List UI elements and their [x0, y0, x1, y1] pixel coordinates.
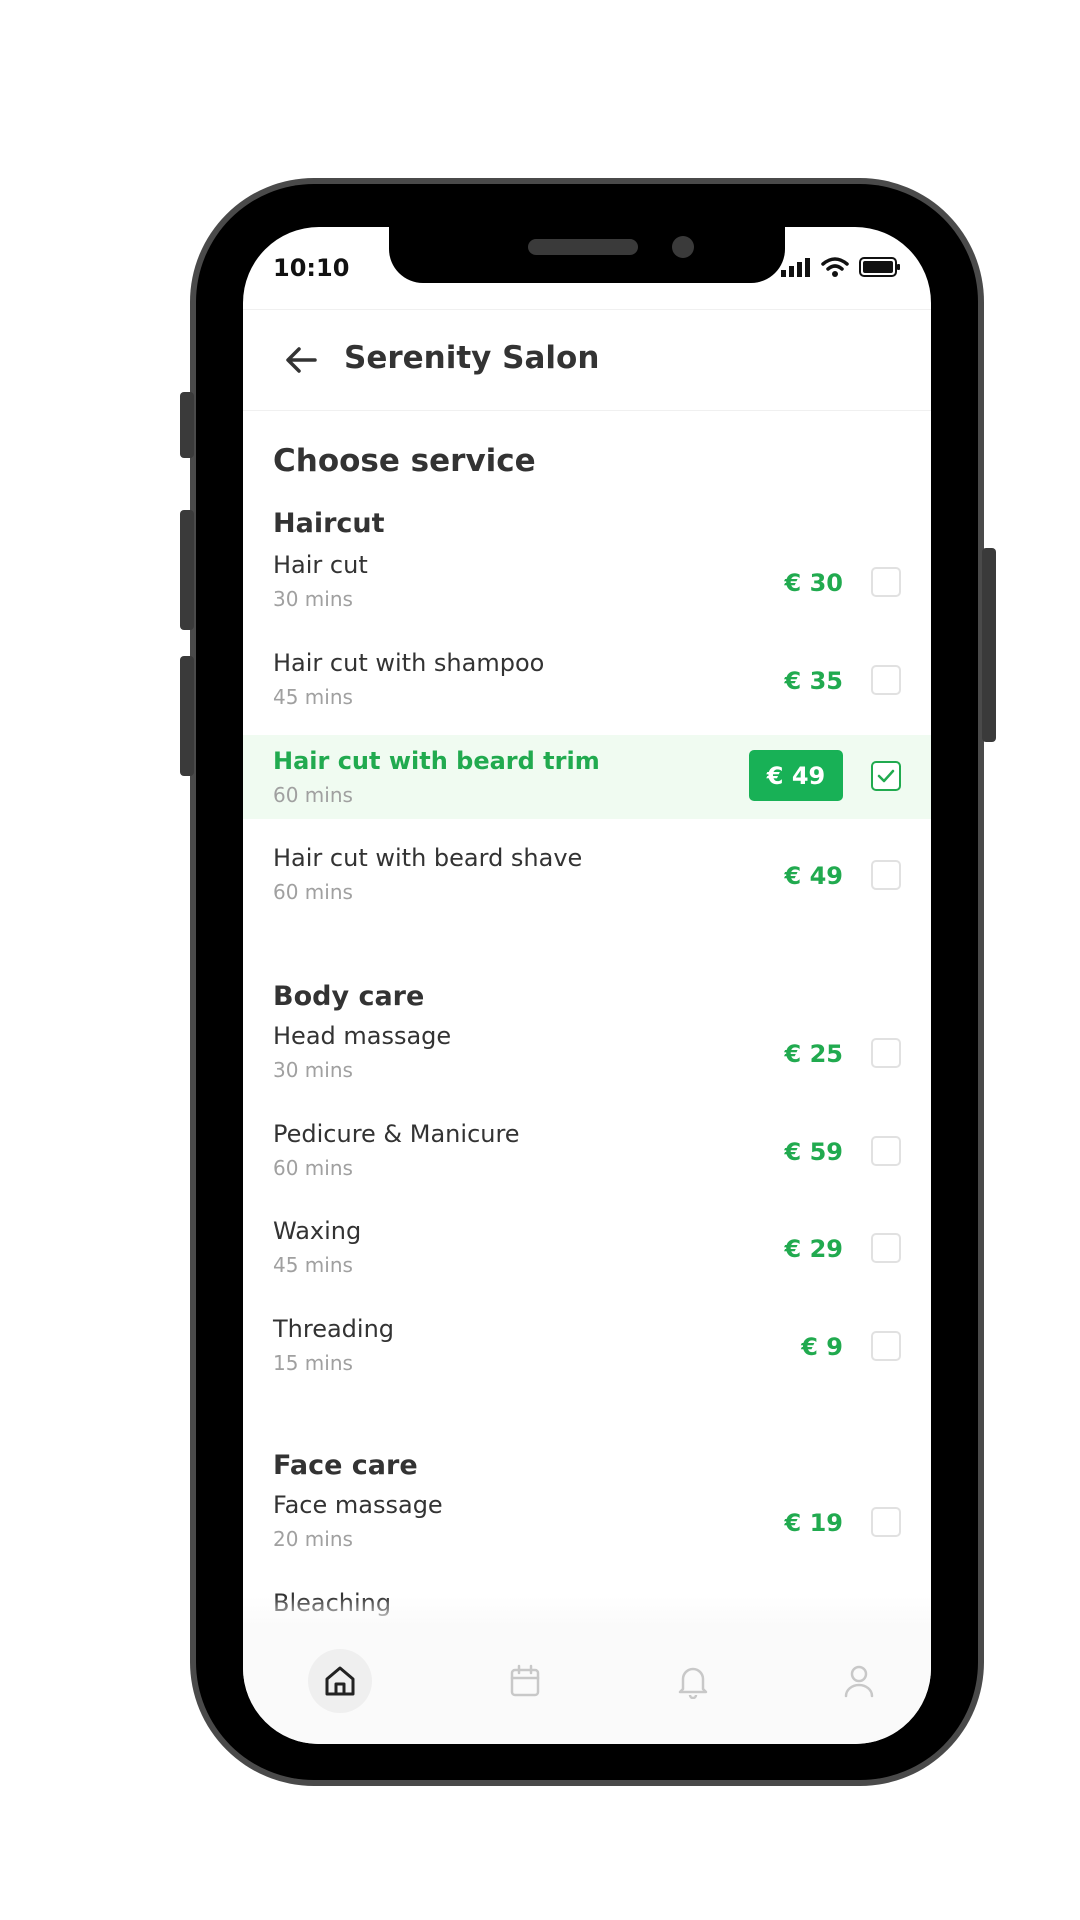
- header-title: Serenity Salon: [344, 340, 600, 376]
- service-name: Threading: [273, 1315, 395, 1343]
- volume-down-button: [180, 656, 194, 776]
- service-price: € 19: [784, 1509, 843, 1537]
- service-row-face-massage[interactable]: Face massage 20 mins € 19: [243, 1483, 931, 1567]
- checkmark-icon: [877, 769, 895, 783]
- service-checkbox[interactable]: [871, 567, 901, 597]
- service-price: € 30: [784, 569, 843, 597]
- home-icon: [325, 1666, 355, 1696]
- camera: [672, 236, 694, 258]
- service-checkbox[interactable]: [871, 1038, 901, 1068]
- status-icons: [781, 257, 901, 281]
- service-row-hair-cut-with-beard-trim[interactable]: Hair cut with beard trim 60 mins € 49: [243, 735, 931, 819]
- tab-calendar[interactable]: [493, 1649, 557, 1713]
- service-list[interactable]: Choose service Haircut Hair cut 30 mins …: [243, 409, 931, 1627]
- power-button: [982, 548, 996, 742]
- service-name: Face massage: [273, 1491, 443, 1519]
- section-title-face-care: Face care: [273, 1450, 418, 1481]
- service-name: Head massage: [273, 1022, 452, 1050]
- service-row-hair-cut[interactable]: Hair cut 30 mins € 30: [243, 543, 931, 627]
- service-row-hair-cut-with-beard-shave[interactable]: Hair cut with beard shave 60 mins € 49: [243, 836, 931, 920]
- page-title: Choose service: [273, 443, 536, 479]
- section-title-haircut: Haircut: [273, 508, 385, 539]
- service-checkbox[interactable]: [871, 1507, 901, 1537]
- signal-icon: [781, 257, 811, 281]
- service-name: Hair cut with beard shave: [273, 844, 583, 872]
- service-duration: 15 mins: [273, 1351, 353, 1375]
- tab-profile[interactable]: [827, 1649, 891, 1713]
- scroll-fade: [243, 1597, 931, 1627]
- wifi-icon: [821, 257, 849, 281]
- calendar-icon: [510, 1664, 540, 1697]
- service-price-badge: € 49: [749, 750, 843, 801]
- service-checkbox[interactable]: [871, 1331, 901, 1361]
- notch: [389, 227, 785, 283]
- service-duration: 45 mins: [273, 1253, 353, 1277]
- service-name: Pedicure & Manicure: [273, 1120, 520, 1148]
- service-row-hair-cut-with-shampoo[interactable]: Hair cut with shampoo 45 mins € 35: [243, 641, 931, 725]
- service-price: € 25: [784, 1040, 843, 1068]
- service-duration: 30 mins: [273, 587, 353, 611]
- service-checkbox[interactable]: [871, 1136, 901, 1166]
- service-price: € 29: [784, 1235, 843, 1263]
- service-price: € 59: [784, 1138, 843, 1166]
- service-row-pedicure-manicure[interactable]: Pedicure & Manicure 60 mins € 59: [243, 1112, 931, 1196]
- speaker: [528, 239, 638, 255]
- app-screen: 10:10 Serenity Salon Choose service Hair…: [243, 227, 931, 1744]
- service-duration: 30 mins: [273, 1058, 353, 1082]
- service-name: Waxing: [273, 1217, 362, 1245]
- tab-notifications[interactable]: [661, 1649, 725, 1713]
- service-duration: 45 mins: [273, 685, 353, 709]
- service-name: Hair cut: [273, 551, 368, 579]
- service-name: Hair cut with beard trim: [273, 747, 600, 775]
- service-name: Hair cut with shampoo: [273, 649, 545, 677]
- service-row-threading[interactable]: Threading 15 mins € 9: [243, 1307, 931, 1391]
- bell-icon: [678, 1667, 708, 1699]
- service-duration: 60 mins: [273, 1156, 353, 1180]
- service-checkbox[interactable]: [871, 665, 901, 695]
- service-duration: 60 mins: [273, 783, 353, 807]
- service-duration: 20 mins: [273, 1527, 353, 1551]
- service-price: € 9: [801, 1333, 843, 1361]
- battery-icon: [859, 257, 901, 281]
- service-duration: 60 mins: [273, 880, 353, 904]
- bottom-tab-bar: [243, 1627, 931, 1744]
- back-arrow-icon[interactable]: [281, 340, 321, 380]
- status-time: 10:10: [273, 254, 350, 282]
- service-price: € 35: [784, 667, 843, 695]
- section-title-body-care: Body care: [273, 981, 425, 1012]
- service-checkbox[interactable]: [871, 1233, 901, 1263]
- app-header: Serenity Salon: [243, 309, 931, 411]
- user-icon: [844, 1665, 874, 1698]
- tab-home[interactable]: [308, 1649, 372, 1713]
- service-price: € 49: [784, 862, 843, 890]
- service-row-waxing[interactable]: Waxing 45 mins € 29: [243, 1209, 931, 1293]
- service-checkbox[interactable]: [871, 860, 901, 890]
- service-checkbox-checked[interactable]: [871, 761, 901, 791]
- volume-up-button: [180, 510, 194, 630]
- mute-switch: [180, 392, 194, 458]
- service-row-head-massage[interactable]: Head massage 30 mins € 25: [243, 1014, 931, 1098]
